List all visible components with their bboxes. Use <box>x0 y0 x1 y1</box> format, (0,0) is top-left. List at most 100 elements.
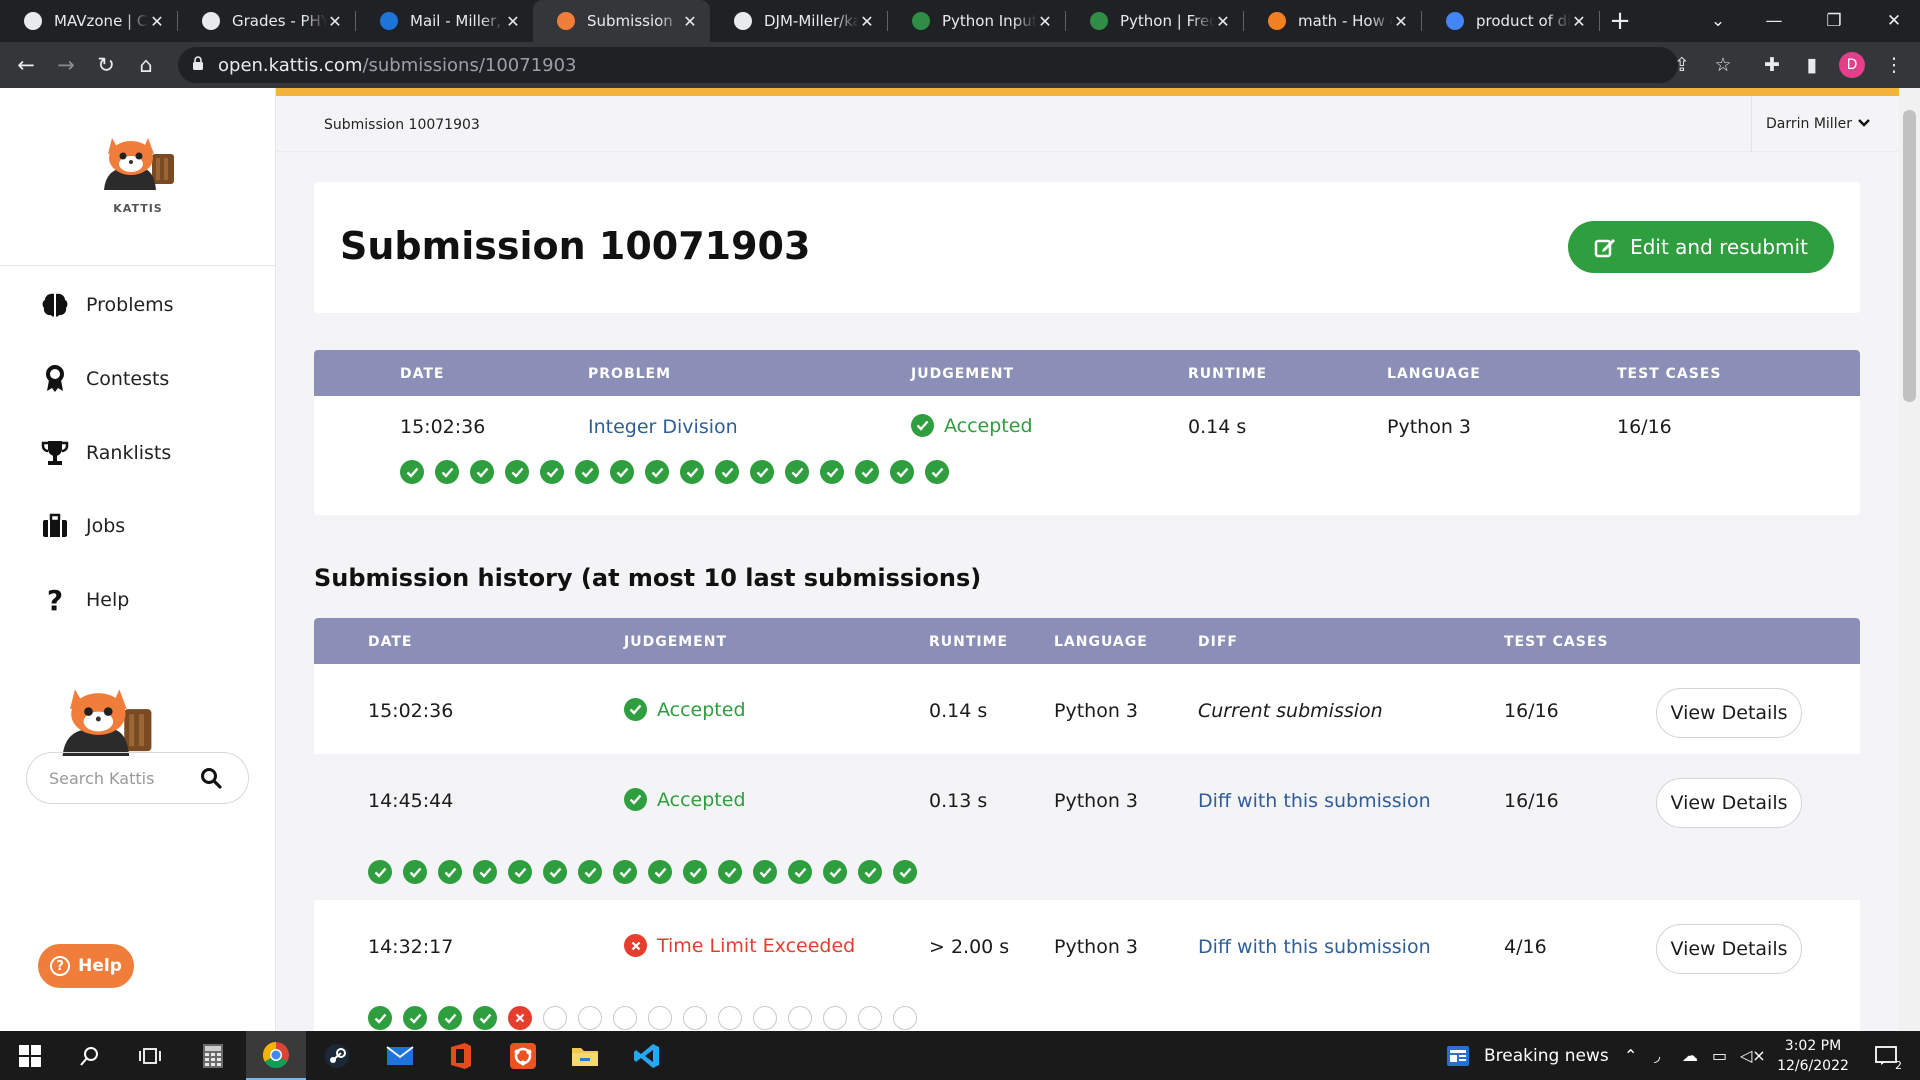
address-input[interactable]: open.kattis.com/submissions/10071903 <box>178 47 1678 83</box>
test-not-run-icon[interactable] <box>788 1006 812 1030</box>
test-passed-icon[interactable] <box>473 1006 497 1030</box>
side-panel-icon[interactable]: ▮ <box>1792 42 1832 88</box>
new-tab-button[interactable]: + <box>1600 6 1640 36</box>
breadcrumb[interactable]: Submission 10071903 <box>324 117 480 133</box>
test-passed-icon[interactable] <box>438 860 462 884</box>
test-passed-icon[interactable] <box>368 860 392 884</box>
test-not-run-icon[interactable] <box>753 1006 777 1030</box>
test-passed-icon[interactable] <box>505 460 529 484</box>
steam-icon[interactable] <box>307 1031 367 1080</box>
mail-icon[interactable] <box>370 1031 430 1080</box>
kattis-logo[interactable]: KATTIS <box>0 132 276 215</box>
view-details-button[interactable]: View Details <box>1656 688 1802 738</box>
test-not-run-icon[interactable] <box>683 1006 707 1030</box>
test-passed-icon[interactable] <box>403 860 427 884</box>
browser-tab[interactable]: Python Input ✕ <box>888 0 1065 42</box>
test-passed-icon[interactable] <box>543 860 567 884</box>
test-passed-icon[interactable] <box>368 1006 392 1030</box>
volume-icon[interactable]: ◁× <box>1740 1031 1766 1080</box>
sidebar-item-help[interactable]: ? Help <box>40 584 129 617</box>
test-passed-icon[interactable] <box>683 860 707 884</box>
test-passed-icon[interactable] <box>890 460 914 484</box>
test-passed-icon[interactable] <box>508 860 532 884</box>
forward-icon[interactable]: → <box>46 45 86 85</box>
test-passed-icon[interactable] <box>470 460 494 484</box>
browser-tab[interactable]: DJM-Miller/ka ✕ <box>710 0 887 42</box>
page-scrollbar[interactable] <box>1899 88 1920 1031</box>
close-tab-icon[interactable]: ✕ <box>859 12 875 31</box>
problem-link[interactable]: Integer Division <box>588 416 738 438</box>
calculator-icon[interactable] <box>183 1031 243 1080</box>
profile-avatar[interactable]: D <box>1832 42 1872 88</box>
browser-tab[interactable]: Submission 10✕ <box>533 0 710 42</box>
test-not-run-icon[interactable] <box>893 1006 917 1030</box>
notification-center-icon[interactable]: 2 <box>1866 1031 1906 1080</box>
onedrive-icon[interactable]: ☁ <box>1682 1031 1698 1080</box>
file-explorer-icon[interactable] <box>555 1031 615 1080</box>
browser-tab[interactable]: Python | Frequ✕ <box>1066 0 1243 42</box>
test-not-run-icon[interactable] <box>613 1006 637 1030</box>
test-passed-icon[interactable] <box>613 860 637 884</box>
chrome-icon[interactable] <box>246 1031 306 1080</box>
test-passed-icon[interactable] <box>718 860 742 884</box>
close-tab-icon[interactable]: ✕ <box>1571 12 1587 31</box>
sidebar-item-jobs[interactable]: Jobs <box>40 511 125 541</box>
help-widget-button[interactable]: ? Help <box>38 944 134 988</box>
test-passed-icon[interactable] <box>823 860 847 884</box>
close-tab-icon[interactable]: ✕ <box>1215 12 1231 31</box>
reload-icon[interactable]: ↻ <box>86 45 126 85</box>
test-passed-icon[interactable] <box>400 460 424 484</box>
browser-tab[interactable]: math - How d ✕ <box>1244 0 1421 42</box>
search-icon[interactable] <box>200 767 222 789</box>
extensions-icon[interactable]: ✚ <box>1752 42 1792 88</box>
test-passed-icon[interactable] <box>438 1006 462 1030</box>
tray-chevron-icon[interactable]: ⌃ <box>1624 1031 1637 1080</box>
browser-tab[interactable]: MAVzone | Co ✕ <box>0 0 177 42</box>
test-passed-icon[interactable] <box>788 860 812 884</box>
test-passed-icon[interactable] <box>855 460 879 484</box>
close-tab-icon[interactable]: ✕ <box>149 12 165 31</box>
close-window-icon[interactable]: ✕ <box>1864 0 1920 42</box>
test-passed-icon[interactable] <box>925 460 949 484</box>
bookmark-star-icon[interactable]: ☆ <box>1703 42 1743 88</box>
tab-search-icon[interactable]: ⌄ <box>1688 0 1748 42</box>
test-passed-icon[interactable] <box>575 460 599 484</box>
test-passed-icon[interactable] <box>785 460 809 484</box>
diff-link[interactable]: Diff with this submission <box>1198 936 1431 958</box>
share-icon[interactable]: ⇪ <box>1662 42 1702 88</box>
test-not-run-icon[interactable] <box>543 1006 567 1030</box>
close-tab-icon[interactable]: ✕ <box>1037 12 1053 31</box>
test-passed-icon[interactable] <box>858 860 882 884</box>
test-passed-icon[interactable] <box>610 460 634 484</box>
news-widget[interactable]: Breaking news <box>1446 1031 1609 1080</box>
test-not-run-icon[interactable] <box>823 1006 847 1030</box>
test-not-run-icon[interactable] <box>578 1006 602 1030</box>
browser-tab[interactable]: Grades - PHYS✕ <box>178 0 355 42</box>
network-icon[interactable]: ◞ <box>1654 1031 1660 1080</box>
vscode-icon[interactable] <box>617 1031 677 1080</box>
windows-start-icon[interactable] <box>0 1031 60 1080</box>
edit-resubmit-button[interactable]: Edit and resubmit <box>1568 221 1834 273</box>
test-passed-icon[interactable] <box>645 460 669 484</box>
test-passed-icon[interactable] <box>820 460 844 484</box>
back-icon[interactable]: ← <box>6 45 46 85</box>
system-clock[interactable]: 3:02 PM 12/6/2022 <box>1768 1036 1858 1076</box>
browser-tab[interactable]: Mail - Miller, D✕ <box>356 0 533 42</box>
search-input[interactable]: Search Kattis <box>26 752 249 804</box>
test-passed-icon[interactable] <box>540 460 564 484</box>
view-details-button[interactable]: View Details <box>1656 778 1802 828</box>
sidebar-item-problems[interactable]: Problems <box>40 290 174 320</box>
test-passed-icon[interactable] <box>715 460 739 484</box>
test-passed-icon[interactable] <box>750 460 774 484</box>
battery-icon[interactable]: ▭ <box>1712 1031 1727 1080</box>
test-passed-icon[interactable] <box>753 860 777 884</box>
view-details-button[interactable]: View Details <box>1656 924 1802 974</box>
test-passed-icon[interactable] <box>435 460 459 484</box>
menu-kebab-icon[interactable]: ⋮ <box>1874 42 1914 88</box>
user-menu[interactable]: Darrin Miller <box>1751 96 1899 152</box>
sidebar-item-ranklists[interactable]: Ranklists <box>40 438 171 468</box>
test-passed-icon[interactable] <box>403 1006 427 1030</box>
test-passed-icon[interactable] <box>648 860 672 884</box>
home-icon[interactable]: ⌂ <box>126 45 166 85</box>
browser-tab[interactable]: product of div ✕ <box>1422 0 1599 42</box>
